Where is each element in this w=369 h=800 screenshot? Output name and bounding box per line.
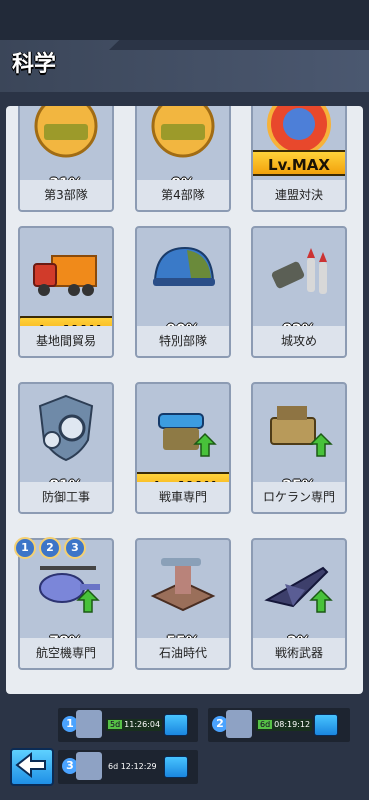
helmet-icon [153,246,215,286]
research-name: 戦車専門 [137,482,229,512]
page-title: 科学 [12,52,57,77]
research-name: 第3部隊 [20,180,112,210]
research-card[interactable]: 31% 第3部隊 [18,106,114,212]
research-name: ロケラン専門 [253,482,345,512]
research-name: 石油時代 [137,638,229,668]
jet-icon [264,566,333,613]
rocket-launcher-icon [270,406,333,457]
truck-icon [33,255,97,296]
tank-icon [34,106,98,158]
cannon-icon [158,413,217,457]
level-badge: 1 [14,537,36,559]
research-name: 特別部隊 [137,326,229,356]
oil-pump-icon [150,558,216,612]
research-name: 航空機専門 [20,638,112,668]
queue-timer: 6d 08:19:12 [256,719,313,731]
tank-icon [151,106,215,158]
research-card[interactable]: 81% 防御工事 [18,382,114,514]
research-grid: 31% 第3部隊 8% 第4部隊 Lv.MAX 連盟対決 Lv.MAX 基地間貿… [6,106,363,694]
research-card[interactable]: 82% 城攻め [251,226,347,358]
research-card[interactable]: Lv.MAX 基地間貿易 [18,226,114,358]
level-badge: 2 [39,537,61,559]
fast-forward-icon[interactable] [314,714,338,736]
research-thumb-icon [226,710,252,738]
research-name: 防御工事 [20,482,112,512]
research-queue-2[interactable]: 2 6d 08:19:12 [208,708,350,742]
research-queue-1[interactable]: 1 5d 11:26:04 [58,708,198,742]
research-name: 第4部隊 [137,180,229,210]
research-name: 城攻め [253,326,345,356]
fast-forward-icon[interactable] [164,756,188,778]
research-name: 戦術武器 [253,638,345,668]
level-badges: 123 [14,536,89,559]
research-card[interactable]: 8% 第4部隊 [135,106,231,212]
research-card[interactable]: 25% ロケラン専門 [251,382,347,514]
back-button[interactable] [10,748,54,786]
queue-timer: 6d 12:12:29 [108,762,157,771]
level-badge: 3 [64,537,86,559]
research-card[interactable]: 55% 石油時代 [135,538,231,670]
research-card[interactable]: 90% 特別部隊 [135,226,231,358]
research-thumb-icon [76,752,102,780]
research-queue-3[interactable]: 3 6d 12:12:29 [58,750,198,784]
research-thumb-icon [76,710,102,738]
level-max-badge: Lv.MAX [253,150,345,176]
fast-forward-icon[interactable] [164,714,188,736]
gear-shield-icon [38,394,94,462]
missile-icon [271,248,327,294]
status-bar [0,0,369,40]
research-name: 連盟対決 [253,180,345,210]
queue-timer: 5d 11:26:04 [106,719,163,731]
research-name: 基地間貿易 [20,326,112,356]
arrow-left-icon [15,751,46,779]
research-card[interactable]: 2% 戦術武器 [251,538,347,670]
research-card[interactable]: Lv.MAX 連盟対決 [251,106,347,212]
research-card[interactable]: Lv.MAX 戦車専門 [135,382,231,514]
